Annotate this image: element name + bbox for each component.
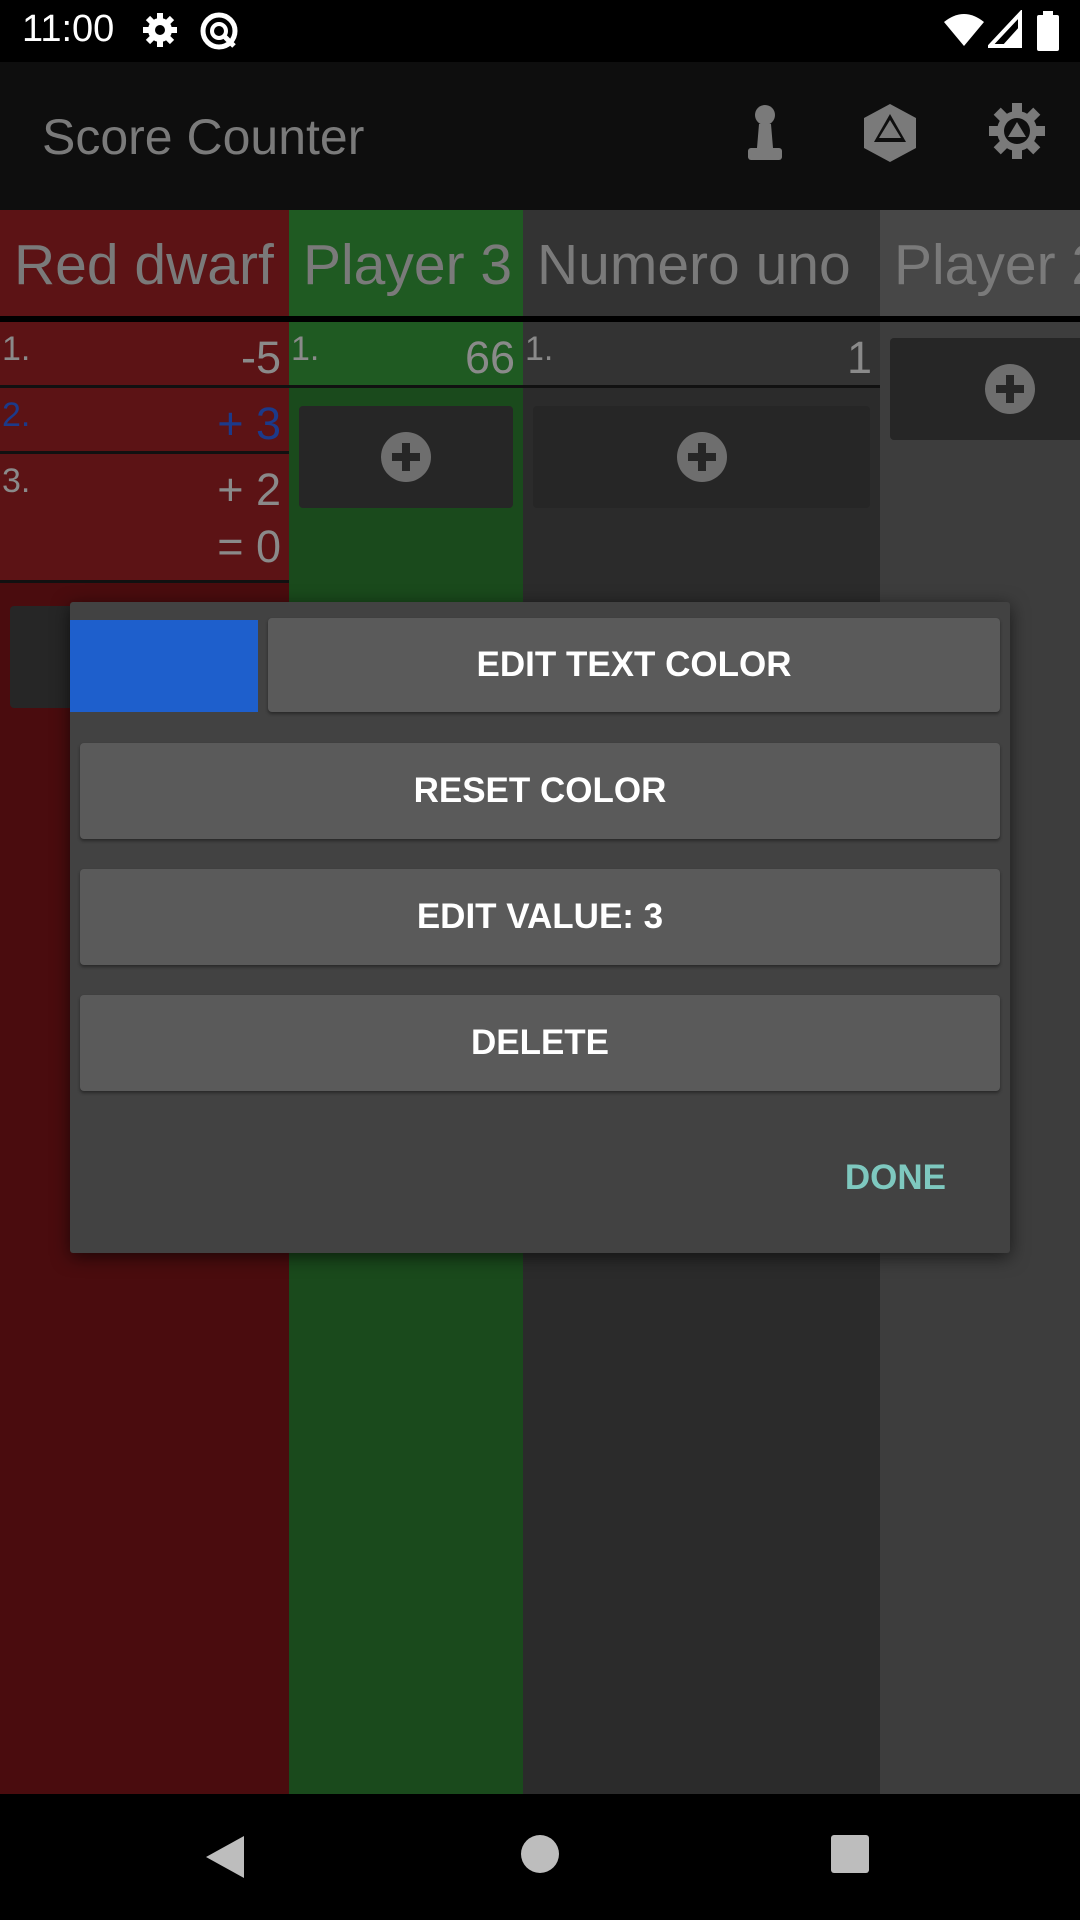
total-value: = 0 bbox=[217, 521, 281, 572]
score-row[interactable]: 3. + 2 bbox=[0, 454, 289, 517]
dice-icon[interactable] bbox=[860, 102, 920, 164]
pawn-icon[interactable] bbox=[742, 102, 788, 168]
score-row[interactable]: 1. 66 bbox=[289, 322, 523, 388]
done-button[interactable]: DONE bbox=[845, 1158, 946, 1198]
player-header[interactable]: Player 3 bbox=[289, 210, 523, 316]
settings-icon bbox=[143, 13, 177, 47]
row-index: 3. bbox=[2, 462, 31, 500]
battery-icon bbox=[1037, 11, 1059, 51]
plus-icon bbox=[985, 364, 1035, 414]
row-value: 66 bbox=[464, 332, 515, 383]
gear-icon[interactable] bbox=[988, 102, 1046, 160]
row-index: 1. bbox=[2, 330, 31, 368]
divider bbox=[880, 316, 1080, 322]
delete-button[interactable]: DELETE bbox=[80, 995, 1000, 1091]
recents-icon[interactable] bbox=[830, 1834, 870, 1874]
row-index: 2. bbox=[2, 396, 31, 434]
add-score-button[interactable] bbox=[533, 406, 870, 508]
score-row[interactable]: 1. -5 bbox=[0, 322, 289, 388]
back-icon[interactable] bbox=[204, 1834, 246, 1880]
score-total: = 0 bbox=[0, 517, 289, 583]
app-title: Score Counter bbox=[42, 109, 365, 165]
player-name: Red dwarf bbox=[14, 233, 274, 297]
player-header[interactable]: Numero uno bbox=[523, 210, 880, 316]
row-index: 1. bbox=[525, 330, 554, 368]
status-bar: 11:00 bbox=[0, 0, 1080, 62]
row-index: 1. bbox=[291, 330, 320, 368]
edit-value-button[interactable]: EDIT VALUE: 3 bbox=[80, 869, 1000, 965]
score-row[interactable]: 1. 1 bbox=[523, 322, 880, 388]
plus-icon bbox=[676, 432, 727, 482]
app-bar: Score Counter bbox=[0, 62, 1080, 210]
add-score-button[interactable] bbox=[890, 338, 1080, 440]
row-value: 1 bbox=[846, 332, 872, 383]
score-row-selected[interactable]: 2. + 3 bbox=[0, 388, 289, 454]
player-name: Numero uno bbox=[537, 233, 851, 297]
row-value: + 2 bbox=[217, 464, 281, 515]
status-time: 11:00 bbox=[22, 8, 115, 50]
row-value: + 3 bbox=[217, 398, 281, 449]
data-saver-icon bbox=[200, 12, 238, 50]
color-swatch[interactable] bbox=[70, 620, 258, 712]
wifi-icon bbox=[944, 14, 984, 46]
signal-icon bbox=[988, 10, 1022, 48]
player-name: Player 3 bbox=[303, 233, 513, 297]
plus-icon bbox=[381, 432, 431, 482]
player-header[interactable]: Player 2 bbox=[880, 210, 1080, 316]
player-header[interactable]: Red dwarf bbox=[0, 210, 289, 316]
player-name: Player 2 bbox=[894, 233, 1080, 297]
edit-text-color-button[interactable]: EDIT TEXT COLOR bbox=[268, 618, 1000, 712]
add-score-button[interactable] bbox=[299, 406, 513, 508]
entry-options-dialog: EDIT TEXT COLOR RESET COLOR EDIT VALUE: … bbox=[70, 602, 1010, 1253]
reset-color-button[interactable]: RESET COLOR bbox=[80, 743, 1000, 839]
row-value: -5 bbox=[240, 332, 281, 383]
home-icon[interactable] bbox=[520, 1834, 560, 1874]
navigation-bar bbox=[0, 1794, 1080, 1920]
